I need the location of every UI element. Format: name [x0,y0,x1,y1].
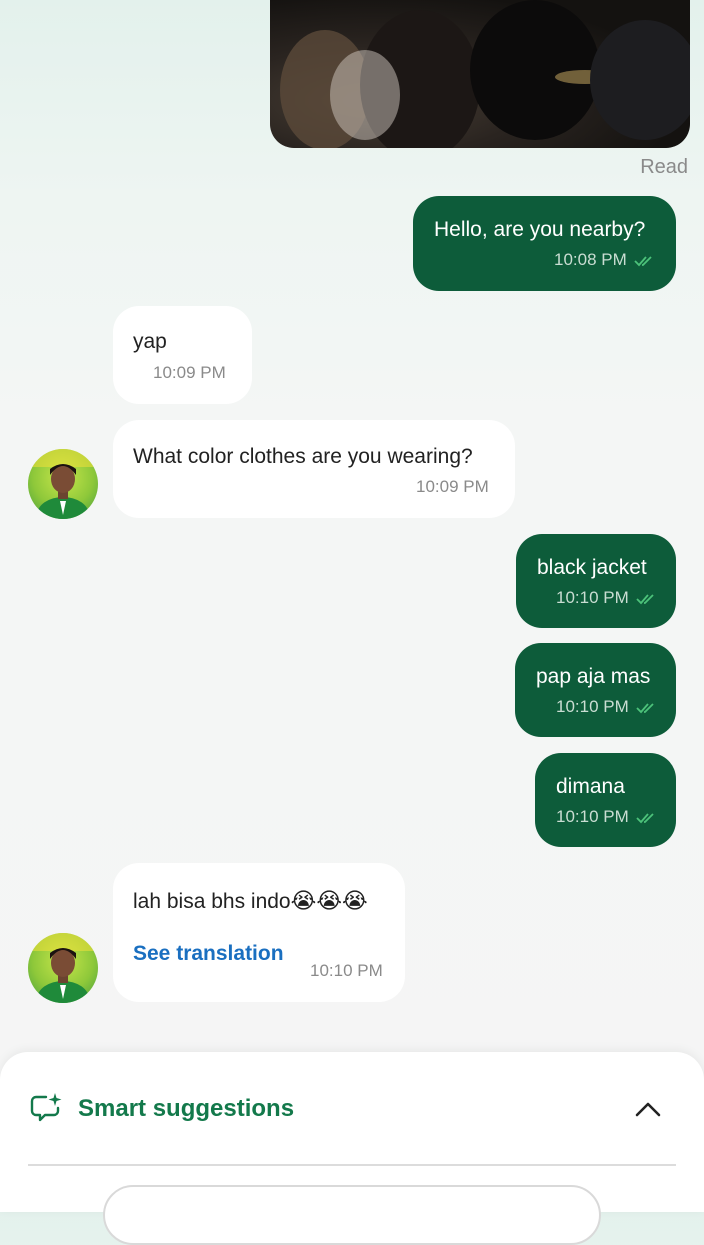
contact-avatar[interactable] [28,449,98,519]
smart-suggestions-title: Smart suggestions [78,1095,295,1122]
message-bubble-incoming[interactable]: What color clothes are you wearing? 10:0… [113,420,515,518]
smart-suggestions-panel: Smart suggestions [0,1052,704,1245]
photo-figure [590,20,690,140]
crying-emoji-icon: 😭😭😭 [290,888,368,913]
message-text: pap aja mas [536,665,651,688]
see-translation-link[interactable]: See translation [133,942,284,966]
contact-avatar[interactable] [28,933,98,1003]
message-text: lah bisa bhs indo😭😭😭 [133,888,368,914]
message-time: 10:10 PM [310,961,383,980]
message-bubble-outgoing[interactable]: black jacket 10:10 PM [516,534,676,628]
read-checkmarks-icon [636,813,654,824]
shared-photo[interactable] [270,0,690,148]
message-text: black jacket [537,556,647,579]
message-time: 10:10 PM [556,588,629,607]
message-bubble-outgoing[interactable]: pap aja mas 10:10 PM [515,643,676,737]
message-bubble-outgoing[interactable]: dimana 10:10 PM [535,753,676,847]
read-checkmarks-icon [636,594,654,605]
sparkle-chat-icon [30,1093,62,1122]
message-bubble-incoming[interactable]: lah bisa bhs indo😭😭😭 See translation 10:… [113,863,405,1002]
message-text-body: lah bisa bhs indo [133,890,291,913]
message-bubble-incoming[interactable]: yap 10:09 PM [113,306,252,404]
avatar-portrait-icon [28,449,98,519]
photo-figure [330,50,400,140]
chevron-up-icon[interactable] [634,1100,662,1118]
message-text: Hello, are you nearby? [434,218,646,241]
message-time: 10:10 PM [556,807,629,826]
message-time: 10:09 PM [153,363,226,382]
message-text: yap [133,330,167,353]
message-time: 10:10 PM [556,697,629,716]
suggestion-chip[interactable] [103,1185,601,1245]
message-text: dimana [556,775,625,798]
message-time: 10:09 PM [416,477,489,496]
divider [28,1164,676,1166]
read-checkmarks-icon [636,703,654,714]
message-bubble-outgoing[interactable]: Hello, are you nearby? 10:08 PM [413,196,676,291]
message-time: 10:08 PM [554,250,627,269]
chat-area[interactable]: Read Hello, are you nearby? 10:08 PM yap… [0,0,704,1060]
read-status: Read [640,156,688,178]
avatar-portrait-icon [28,933,98,1003]
read-checkmarks-icon [634,256,652,267]
message-text: What color clothes are you wearing? [133,445,473,468]
